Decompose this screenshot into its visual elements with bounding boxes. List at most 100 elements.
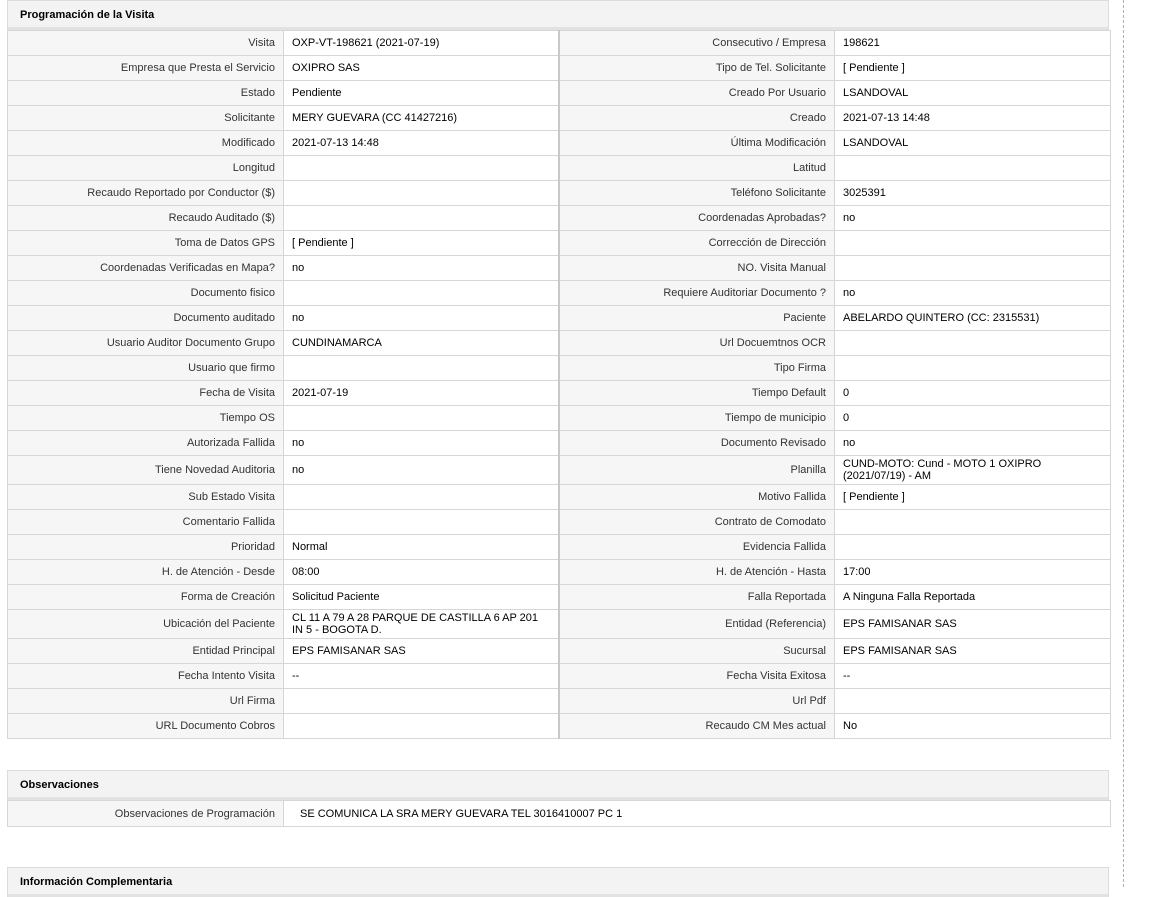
field-label: Documento auditado xyxy=(7,305,284,331)
field-value: 2021-07-13 14:48 xyxy=(283,130,559,156)
field-label: Documento Revisado xyxy=(557,430,835,456)
field-label: Tiempo Default xyxy=(557,380,835,406)
field-value: 2021-07-19 xyxy=(283,380,559,406)
field-label: Tiempo de municipio xyxy=(557,405,835,431)
table-row: Tiene Novedad Auditoria no Planilla CUND-M… xyxy=(7,455,1111,485)
observaciones-value: SE COMUNICA LA SRA MERY GUEVARA TEL 3016… xyxy=(283,800,1111,827)
field-value: 08:00 xyxy=(283,559,559,585)
table-row: Toma de Datos GPS[ Pendiente ] Corrección… xyxy=(7,230,1111,256)
table-row: Forma de Creación Solicitud Paciente Falla… xyxy=(7,584,1111,610)
field-value: EPS FAMISANAR SAS xyxy=(834,638,1111,664)
field-value xyxy=(834,688,1111,714)
field-value: 0 xyxy=(834,405,1111,431)
field-label: Consecutivo / Empresa xyxy=(557,30,835,56)
field-label: Observaciones de Programación xyxy=(7,800,284,827)
field-value xyxy=(283,484,559,510)
field-value: [ Pendiente ] xyxy=(834,484,1111,510)
field-label: Solicitante xyxy=(7,105,284,131)
page-divider xyxy=(1123,0,1124,887)
table-row: Solicitante MERY GUEVARA (CC 41427216) Cre… xyxy=(7,105,1111,131)
field-label: Entidad Principal xyxy=(7,638,284,664)
field-value: 2021-07-13 14:48 xyxy=(834,105,1111,131)
field-value: 198621 xyxy=(834,30,1111,56)
field-label: Contrato de Comodato xyxy=(557,509,835,535)
observaciones-section: Observaciones Observaciones de Programac… xyxy=(7,770,1111,827)
table-row: Modificado 2021-07-13 14:48 Última Modific… xyxy=(7,130,1111,156)
field-value: EPS FAMISANAR SAS xyxy=(283,638,559,664)
field-label: H. de Atención - Hasta xyxy=(557,559,835,585)
field-value: No xyxy=(834,713,1111,739)
field-value: LSANDOVAL xyxy=(834,130,1111,156)
field-value: LSANDOVAL xyxy=(834,80,1111,106)
field-label: Usuario que firmo xyxy=(7,355,284,381)
field-label: Empresa que Presta el Servicio xyxy=(7,55,284,81)
field-value xyxy=(834,230,1111,256)
field-value: A Ninguna Falla Reportada xyxy=(834,584,1111,610)
field-value xyxy=(834,255,1111,281)
field-label: Tiempo OS xyxy=(7,405,284,431)
table-row: Estado Pendiente Creado Por Usuario LSANDOV… xyxy=(7,80,1111,106)
observaciones-table: Observaciones de Programación SE COMUNIC… xyxy=(7,800,1111,827)
field-label: Falla Reportada xyxy=(557,584,835,610)
field-label: Sucursal xyxy=(557,638,835,664)
field-value: no xyxy=(283,305,559,331)
field-label: Url Docuemtnos OCR xyxy=(557,330,835,356)
field-label: Url Firma xyxy=(7,688,284,714)
field-label: Url Pdf xyxy=(557,688,835,714)
table-row: Visita OXP-VT-198621 (2021-07-19) Consecut… xyxy=(7,30,1111,56)
field-label: Fecha de Visita xyxy=(7,380,284,406)
table-row: Usuario que firmo Tipo Firma xyxy=(7,355,1111,381)
field-label: Autorizada Fallida xyxy=(7,430,284,456)
table-row: Recaudo Reportado por Conductor ($) Teléf… xyxy=(7,180,1111,206)
field-value: no xyxy=(834,205,1111,231)
table-row: H. de Atención - Desde 08:00 H. de Atenció… xyxy=(7,559,1111,585)
table-row: Fecha Intento Visita -- Fecha Visita Exit… xyxy=(7,663,1111,689)
field-label: Prioridad xyxy=(7,534,284,560)
table-row: Prioridad Normal Evidencia Fallida xyxy=(7,534,1111,560)
table-row: URL Documento Cobros Recaudo CM Mes actua… xyxy=(7,713,1111,739)
table-row: Observaciones de Programación SE COMUNIC… xyxy=(7,800,1111,827)
field-value: Solicitud Paciente xyxy=(283,584,559,610)
field-value: EPS FAMISANAR SAS xyxy=(834,609,1111,639)
field-label: Corrección de Dirección xyxy=(557,230,835,256)
field-label: H. de Atención - Desde xyxy=(7,559,284,585)
programacion-title: Programación de la Visita xyxy=(7,0,1109,30)
programacion-section: Programación de la Visita Visita OXP-VT-1… xyxy=(7,0,1111,739)
field-label: Recaudo Reportado por Conductor ($) xyxy=(7,180,284,206)
field-label: Creado xyxy=(557,105,835,131)
field-label: Motivo Fallida xyxy=(557,484,835,510)
table-row: Url Firma Url Pdf xyxy=(7,688,1111,714)
field-label: Visita xyxy=(7,30,284,56)
field-value xyxy=(283,713,559,739)
field-value: no xyxy=(283,255,559,281)
field-label: NO. Visita Manual xyxy=(557,255,835,281)
field-label: Forma de Creación xyxy=(7,584,284,610)
field-value xyxy=(834,355,1111,381)
field-value: ABELARDO QUINTERO (CC: 2315531) xyxy=(834,305,1111,331)
field-value: CUND-MOTO: Cund - MOTO 1 OXIPRO (2021/07… xyxy=(834,455,1111,485)
field-label: Creado Por Usuario xyxy=(557,80,835,106)
table-row: Entidad Principal EPS FAMISANAR SAS Sucurs… xyxy=(7,638,1111,664)
table-row: Empresa que Presta el Servicio OXIPRO SAS… xyxy=(7,55,1111,81)
table-row: Ubicación del Paciente CL 11 A 79 A 28 PA… xyxy=(7,609,1111,639)
field-value xyxy=(283,205,559,231)
field-value xyxy=(283,509,559,535)
field-value: Normal xyxy=(283,534,559,560)
field-label: Paciente xyxy=(557,305,835,331)
programacion-table: Visita OXP-VT-198621 (2021-07-19) Consecut… xyxy=(7,30,1111,739)
field-label: Planilla xyxy=(557,455,835,485)
field-value: 3025391 xyxy=(834,180,1111,206)
field-value: [ Pendiente ] xyxy=(283,230,559,256)
field-label: Fecha Visita Exitosa xyxy=(557,663,835,689)
field-label: Ubicación del Paciente xyxy=(7,609,284,639)
field-label: Tiene Novedad Auditoria xyxy=(7,455,284,485)
table-row: Sub Estado Visita Motivo Fallida[ Pendien… xyxy=(7,484,1111,510)
field-label: Documento fisico xyxy=(7,280,284,306)
field-label: Requiere Auditoriar Documento ? xyxy=(557,280,835,306)
field-value: [ Pendiente ] xyxy=(834,55,1111,81)
table-row: Autorizada Fallida no Documento Revisado … xyxy=(7,430,1111,456)
field-label: Usuario Auditor Documento Grupo xyxy=(7,330,284,356)
field-label: URL Documento Cobros xyxy=(7,713,284,739)
field-label: Modificado xyxy=(7,130,284,156)
complementaria-section: Información Complementaria xyxy=(7,867,1109,897)
